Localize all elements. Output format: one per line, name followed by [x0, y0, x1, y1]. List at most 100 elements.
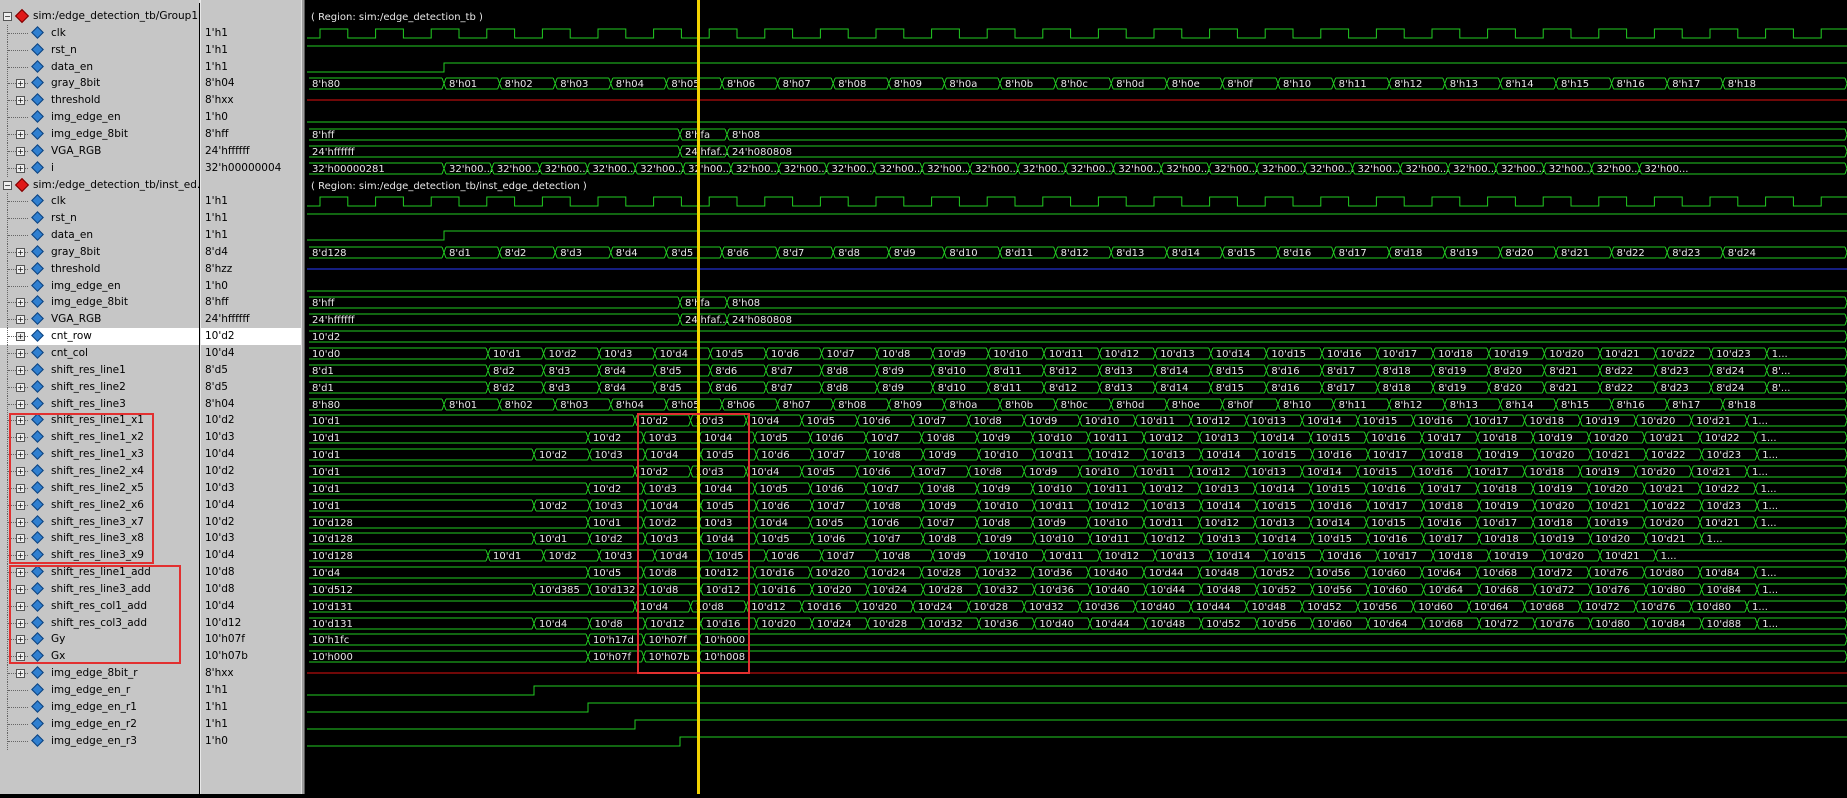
signal-row-rst-n[interactable]: rst_n	[0, 42, 199, 59]
signal-row-img-edge-8bit[interactable]: + img_edge_8bit	[0, 294, 199, 311]
group-header-row[interactable]: − sim:/edge_detection_tb/Group1	[0, 8, 199, 25]
signal-row-shift-res-line3[interactable]: + shift_res_line3	[0, 396, 199, 413]
signal-row-gray-8bit[interactable]: + gray_8bit	[0, 244, 199, 261]
bus-value-label: 10'd40	[1039, 619, 1074, 630]
expand-icon[interactable]: +	[16, 315, 25, 324]
signal-row-threshold[interactable]: + threshold	[0, 261, 199, 278]
signal-row-img-edge-8bit[interactable]: + img_edge_8bit	[0, 126, 199, 143]
signal-row-data-en[interactable]: data_en	[0, 59, 199, 76]
signal-row-shift-res-line1[interactable]: + shift_res_line1	[0, 362, 199, 379]
signal-row-img-edge-en-r1[interactable]: img_edge_en_r1	[0, 699, 199, 716]
expand-icon[interactable]: +	[16, 484, 25, 493]
signal-row-vga-rgb[interactable]: + VGA_RGB	[0, 143, 199, 160]
expand-icon[interactable]: +	[16, 265, 25, 274]
signal-row-cnt-col[interactable]: + cnt_col	[0, 345, 199, 362]
expand-icon[interactable]: +	[16, 147, 25, 156]
signal-row-shift-res-line1-x3[interactable]: + shift_res_line1_x3	[0, 446, 199, 463]
expand-icon[interactable]: +	[16, 669, 25, 678]
signal-row-shift-res-col1-add[interactable]: + shift_res_col1_add	[0, 598, 199, 615]
signal-row-img-edge-en-r2[interactable]: img_edge_en_r2	[0, 716, 199, 733]
expand-icon[interactable]: +	[16, 501, 25, 510]
signal-row-shift-res-line2-x5[interactable]: + shift_res_line2_x5	[0, 480, 199, 497]
signal-diamond-icon	[31, 262, 44, 275]
signal-row-gray-8bit[interactable]: + gray_8bit	[0, 75, 199, 92]
signal-row-img-edge-en-r3[interactable]: img_edge_en_r3	[0, 733, 199, 750]
signal-row-shift-res-line1-x1[interactable]: + shift_res_line1_x1	[0, 412, 199, 429]
signal-row-shift-res-line2-x6[interactable]: + shift_res_line2_x6	[0, 497, 199, 514]
signal-row-shift-res-line1-x2[interactable]: + shift_res_line1_x2	[0, 429, 199, 446]
signal-row-img-edge-8bit-r[interactable]: + img_edge_8bit_r	[0, 665, 199, 682]
signal-row-threshold[interactable]: + threshold	[0, 92, 199, 109]
signal-row-shift-res-col3-add[interactable]: + shift_res_col3_add	[0, 615, 199, 632]
bus-value-label: 8'h04	[616, 79, 644, 90]
signal-row-cnt-row[interactable]: + cnt_row	[0, 328, 199, 345]
bus-value-label: 10'd8	[873, 450, 901, 461]
tree-branch	[8, 690, 28, 691]
expand-icon[interactable]: +	[16, 400, 25, 409]
signal-row-shift-res-line3-add[interactable]: + shift_res_line3_add	[0, 581, 199, 598]
expand-icon[interactable]: +	[16, 349, 25, 358]
signal-row-i[interactable]: + i	[0, 160, 199, 177]
signal-row-shift-res-line3-x8[interactable]: + shift_res_line3_x8	[0, 530, 199, 547]
signal-name: shift_res_line3	[51, 398, 126, 410]
bus-value-label: 10'd12	[1095, 501, 1130, 512]
expand-icon[interactable]: +	[16, 568, 25, 577]
expand-icon[interactable]: +	[16, 130, 25, 139]
expand-icon[interactable]: +	[16, 164, 25, 173]
expand-icon[interactable]: +	[16, 79, 25, 88]
bus-value-label: 10'd84	[1705, 568, 1740, 579]
waveform-canvas[interactable]: ( Region: sim:/edge_detection_tb ) ( Regi…	[305, 0, 1847, 794]
expand-icon[interactable]: +	[16, 518, 25, 527]
bus-value-label: 32'h00...	[832, 164, 876, 175]
expand-icon[interactable]: +	[16, 298, 25, 307]
expand-icon[interactable]: +	[16, 366, 25, 375]
waveform-pane[interactable]: ( Region: sim:/edge_detection_tb ) ( Regi…	[305, 0, 1847, 794]
signal-row-clk[interactable]: clk	[0, 25, 199, 42]
time-cursor[interactable]	[697, 0, 700, 794]
signal-row-gx[interactable]: + Gx	[0, 648, 199, 665]
signal-value-cell: 10'd8	[201, 564, 302, 581]
expand-icon[interactable]: +	[16, 652, 25, 661]
expand-icon[interactable]: +	[16, 450, 25, 459]
bus-value-label: 24'hfaf...	[685, 147, 729, 158]
signal-row-shift-res-line3-x9[interactable]: + shift_res_line3_x9	[0, 547, 199, 564]
signal-row-img-edge-en[interactable]: img_edge_en	[0, 278, 199, 295]
expand-icon[interactable]: +	[16, 248, 25, 257]
bus-value-label: 8'd24	[1728, 248, 1756, 259]
group-header-row[interactable]: − sim:/edge_detection_tb/inst_ed...	[0, 177, 199, 194]
signal-row-rst-n[interactable]: rst_n	[0, 210, 199, 227]
signal-diamond-icon	[31, 582, 44, 595]
signal-row-shift-res-line3-x7[interactable]: + shift_res_line3_x7	[0, 514, 199, 531]
signal-row-shift-res-line2[interactable]: + shift_res_line2	[0, 379, 199, 396]
expand-icon[interactable]: +	[16, 635, 25, 644]
bus-value-label: 10'd20	[815, 568, 850, 579]
expand-icon[interactable]: +	[16, 534, 25, 543]
signal-row-shift-res-line1-add[interactable]: + shift_res_line1_add	[0, 564, 199, 581]
signal-row-img-edge-en-r[interactable]: img_edge_en_r	[0, 682, 199, 699]
signal-values-pane[interactable]: 1'h1 1'h1 1'h1 8'h04 8'hxx 1'h0 8'hff 24'hfffff…	[200, 0, 302, 794]
bus-value-label: 1...	[1661, 551, 1677, 562]
expand-icon[interactable]: +	[16, 619, 25, 628]
expand-icon[interactable]: +	[16, 551, 25, 560]
signal-row-img-edge-en[interactable]: img_edge_en	[0, 109, 199, 126]
expand-icon[interactable]: +	[16, 383, 25, 392]
bus-value-label: 10'd11	[1140, 416, 1175, 427]
expand-icon[interactable]: +	[16, 96, 25, 105]
bus-value-label: 10'd8	[882, 349, 910, 360]
bus-value-label: 10'd18	[1530, 467, 1565, 478]
expand-icon[interactable]: +	[16, 332, 25, 341]
expand-icon[interactable]: +	[16, 433, 25, 442]
signal-row-clk[interactable]: clk	[0, 193, 199, 210]
expand-icon[interactable]: +	[16, 585, 25, 594]
expand-icon[interactable]: +	[16, 416, 25, 425]
expand-icon[interactable]: +	[16, 602, 25, 611]
expand-icon[interactable]: +	[16, 467, 25, 476]
collapse-icon[interactable]: −	[3, 12, 12, 21]
signal-row-data-en[interactable]: data_en	[0, 227, 199, 244]
bus-value-label: 10'd2	[649, 518, 677, 529]
signal-row-shift-res-line2-x4[interactable]: + shift_res_line2_x4	[0, 463, 199, 480]
signal-row-gy[interactable]: + Gy	[0, 631, 199, 648]
signal-names-pane[interactable]: − sim:/edge_detection_tb/Group1 clk rst_n da…	[0, 0, 199, 794]
collapse-icon[interactable]: −	[3, 181, 12, 190]
signal-row-vga-rgb[interactable]: + VGA_RGB	[0, 311, 199, 328]
